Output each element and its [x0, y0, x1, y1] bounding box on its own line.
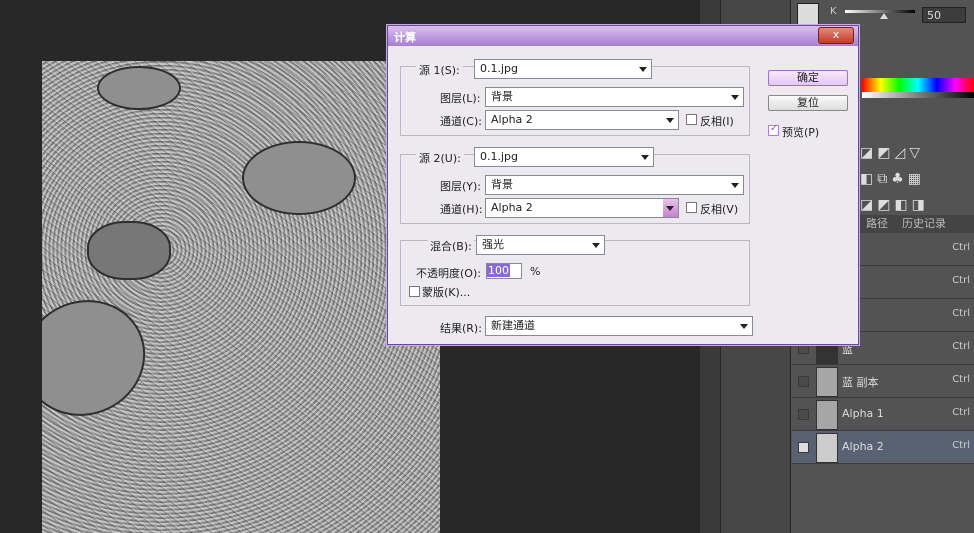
- channel-shortcut: Ctrl: [952, 275, 970, 286]
- source1-invert-checkbox[interactable]: [686, 114, 697, 125]
- source1-channel-value: Alpha 2: [491, 113, 533, 126]
- foreground-color-swatch[interactable]: [797, 3, 819, 25]
- source2-file-select[interactable]: 0.1.jpg: [474, 147, 654, 167]
- chevron-down-icon: [641, 155, 649, 160]
- source2-channel-select[interactable]: Alpha 2: [485, 198, 679, 218]
- source2-channel-value: Alpha 2: [491, 201, 533, 214]
- channel-name: Alpha 1: [842, 407, 884, 420]
- channel-shortcut: Ctrl: [952, 341, 970, 352]
- source2-layer-value: 背景: [491, 178, 513, 191]
- mask-hole: [242, 141, 356, 215]
- chevron-down-icon: [731, 95, 739, 100]
- source1-layer-label: 图层(L):: [440, 92, 481, 105]
- image-canvas[interactable]: [42, 61, 440, 533]
- channel-row-blue-copy[interactable]: 蓝 副本 Ctrl: [792, 365, 974, 398]
- chevron-down-icon: [731, 183, 739, 188]
- channel-shortcut: Ctrl: [952, 374, 970, 385]
- channel-name: 蓝 副本: [842, 376, 879, 389]
- k-value-field[interactable]: 50: [922, 7, 966, 23]
- grayscale-ramp[interactable]: [862, 92, 974, 98]
- dialog-title: 计算: [394, 31, 416, 44]
- tab-paths[interactable]: 路径: [862, 216, 892, 232]
- preview-label: 预览(P): [782, 126, 820, 139]
- nose-shape: [87, 221, 171, 280]
- visibility-toggle[interactable]: [798, 376, 809, 387]
- source2-file-value: 0.1.jpg: [480, 150, 519, 163]
- channel-shortcut: Ctrl: [952, 242, 970, 253]
- k-slider-knob[interactable]: [880, 13, 888, 19]
- blend-mode-select[interactable]: 强光: [476, 235, 605, 255]
- channel-thumbnail: [816, 433, 838, 463]
- chevron-down-icon: [592, 243, 600, 248]
- calculations-dialog: 计算 x 源 1(S): 0.1.jpg 图层(L): 背景 通道(C): Al…: [387, 25, 859, 345]
- source1-layer-value: 背景: [491, 90, 513, 103]
- source2-layer-select[interactable]: 背景: [485, 175, 744, 195]
- tab-history[interactable]: 历史记录: [898, 216, 950, 232]
- result-label: 结果(R):: [440, 322, 482, 335]
- adjustment-icons[interactable]: ◪◩◿▽ ◧⧉♣▦ ◪◩◧◨: [860, 140, 970, 218]
- source2-channel-label: 通道(H):: [440, 203, 483, 216]
- chevron-down-icon: [639, 67, 647, 72]
- chevron-down-icon: [666, 118, 674, 123]
- preview-checkbox[interactable]: [768, 123, 779, 136]
- source1-invert-label: 反相(I): [700, 115, 734, 128]
- result-select[interactable]: 新建通道: [485, 316, 753, 336]
- blend-mode-value: 强光: [482, 238, 504, 251]
- source1-file-value: 0.1.jpg: [480, 62, 519, 75]
- chevron-down-icon: [666, 206, 674, 211]
- source1-channel-label: 通道(C):: [440, 115, 482, 128]
- result-value: 新建通道: [491, 319, 535, 332]
- visibility-toggle[interactable]: [798, 442, 809, 453]
- canvas-texture-overlay: [42, 61, 440, 533]
- opacity-input[interactable]: 100: [486, 263, 522, 279]
- close-button[interactable]: x: [818, 27, 854, 44]
- source2-label: 源 2(U):: [416, 150, 464, 166]
- channel-thumbnail: [816, 367, 838, 397]
- source2-invert-checkbox[interactable]: [686, 202, 697, 213]
- channel-shortcut: Ctrl: [952, 308, 970, 319]
- channel-name: Alpha 2: [842, 440, 884, 453]
- k-slider-label: K: [830, 6, 837, 17]
- source1-channel-select[interactable]: Alpha 2: [485, 110, 679, 130]
- source2-invert-label: 反相(V): [700, 203, 739, 216]
- mask-hole: [97, 66, 181, 110]
- mask-label[interactable]: 蒙版(K)...: [422, 284, 470, 300]
- source1-layer-select[interactable]: 背景: [485, 87, 744, 107]
- channel-row-alpha1[interactable]: Alpha 1 Ctrl: [792, 398, 974, 431]
- reset-button[interactable]: 复位: [768, 95, 848, 111]
- channel-shortcut: Ctrl: [952, 407, 970, 418]
- channel-shortcut: Ctrl: [952, 440, 970, 451]
- chevron-down-icon: [740, 324, 748, 329]
- visibility-toggle[interactable]: [798, 409, 809, 420]
- source2-layer-label: 图层(Y):: [440, 180, 482, 193]
- opacity-unit: %: [530, 265, 541, 278]
- opacity-label: 不透明度(O):: [416, 267, 481, 280]
- channel-row-alpha2[interactable]: Alpha 2 Ctrl: [792, 431, 974, 464]
- opacity-value: 100: [487, 264, 510, 277]
- source1-file-select[interactable]: 0.1.jpg: [474, 59, 652, 79]
- channel-thumbnail: [816, 400, 838, 430]
- mask-checkbox[interactable]: [409, 286, 420, 297]
- blend-label: 混合(B):: [428, 238, 474, 254]
- dialog-titlebar[interactable]: [388, 26, 858, 46]
- ok-button[interactable]: 确定: [768, 70, 848, 86]
- color-spectrum[interactable]: [862, 78, 974, 92]
- source1-label: 源 1(S):: [416, 62, 463, 78]
